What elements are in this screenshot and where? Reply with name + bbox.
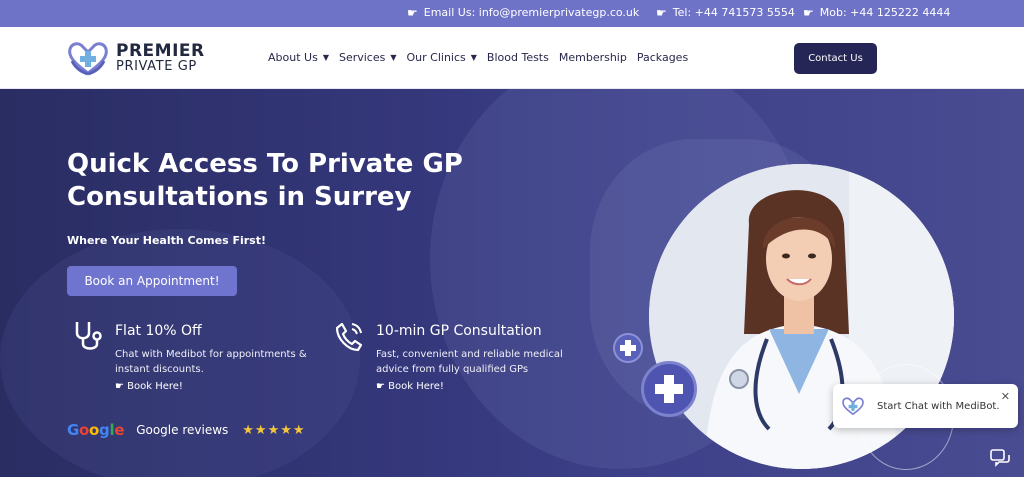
nav-label: Packages (636, 51, 689, 64)
feature-description: Fast, convenient and reliable medical ad… (376, 349, 563, 375)
star-rating-icon: ★★★★★ (242, 422, 306, 438)
top-contact-bar: ☛ Email Us: info@premierprivategp.co.uk … (0, 0, 1024, 27)
phone-contact[interactable]: ☛ Tel: +44 741573 5554 (656, 6, 795, 19)
pointing-hand-icon: ☛ (656, 5, 667, 20)
heart-hands-logo-icon (842, 397, 864, 416)
nav-label: Our Clinics (406, 51, 466, 64)
hero-tagline: Where Your Health Comes First! (67, 234, 266, 247)
email-contact[interactable]: ☛ Email Us: info@premierprivategp.co.uk (407, 6, 639, 19)
logo-line1: PREMIER (116, 40, 205, 61)
main-nav: About Us ▼ Services ▼ Our Clinics ▼ Bloo… (268, 51, 698, 64)
site-logo[interactable]: PREMIER PRIVATE GP (66, 39, 205, 77)
book-here-link[interactable]: ☛ Book Here! (115, 381, 183, 392)
pointing-hand-icon: ☛ (407, 5, 418, 20)
medibot-chat-popup[interactable]: Start Chat with MediBot. ✕ (833, 384, 1018, 428)
heart-hands-logo-icon (68, 42, 108, 76)
nav-label: Services (338, 51, 386, 64)
google-reviews[interactable]: Google Google reviews ★★★★★ (67, 421, 306, 439)
pointing-hand-icon: ☛ (803, 5, 814, 20)
chevron-down-icon: ▼ (470, 53, 477, 62)
phone-text[interactable]: Tel: +44 741573 5554 (673, 6, 795, 19)
nav-membership[interactable]: Membership (559, 51, 627, 64)
contact-us-button[interactable]: Contact Us (794, 43, 877, 74)
nav-label: Membership (558, 51, 627, 64)
nav-our-clinics[interactable]: Our Clinics ▼ (407, 51, 477, 64)
chat-prompt-text: Start Chat with MediBot. (877, 400, 1000, 412)
book-here-link[interactable]: ☛ Book Here! (376, 381, 444, 392)
nav-services[interactable]: Services ▼ (339, 51, 397, 64)
feature-title: 10-min GP Consultation (376, 323, 542, 339)
book-appointment-button[interactable]: Book an Appointment! (67, 266, 237, 296)
nav-about-us[interactable]: About Us ▼ (268, 51, 329, 64)
google-logo: Google (67, 421, 125, 439)
feature-discount: Flat 10% Off Chat with Medibot for appoi… (71, 319, 321, 399)
feature-title: Flat 10% Off (115, 323, 202, 339)
feature-description: Chat with Medibot for appointments & ins… (115, 349, 307, 375)
chevron-down-icon: ▼ (322, 53, 329, 62)
hero-title: Quick Access To Private GP Consultations… (67, 149, 463, 212)
mobile-text[interactable]: Mob: +44 125222 4444 (820, 6, 951, 19)
nav-label: About Us (268, 51, 318, 64)
email-text[interactable]: Email Us: info@premierprivategp.co.uk (424, 6, 640, 19)
chevron-down-icon: ▼ (390, 53, 397, 62)
google-reviews-label: Google reviews (136, 423, 229, 437)
phone-call-icon (335, 322, 363, 352)
nav-packages[interactable]: Packages (637, 51, 688, 64)
logo-line2: PRIVATE GP (116, 58, 197, 74)
medical-plus-icon (613, 333, 643, 363)
close-icon[interactable]: ✕ (1001, 390, 1010, 403)
chat-launcher-button[interactable] (986, 445, 1014, 471)
site-header: PREMIER PRIVATE GP About Us ▼ Services ▼… (0, 27, 1024, 89)
nav-blood-tests[interactable]: Blood Tests (487, 51, 549, 64)
chat-bubble-icon (990, 449, 1010, 467)
feature-consultation: 10-min GP Consultation Fast, convenient … (332, 319, 592, 399)
medical-plus-icon (641, 361, 697, 417)
nav-label: Blood Tests (486, 51, 549, 64)
stethoscope-icon (75, 322, 102, 350)
mobile-contact[interactable]: ☛ Mob: +44 125222 4444 (803, 6, 950, 19)
